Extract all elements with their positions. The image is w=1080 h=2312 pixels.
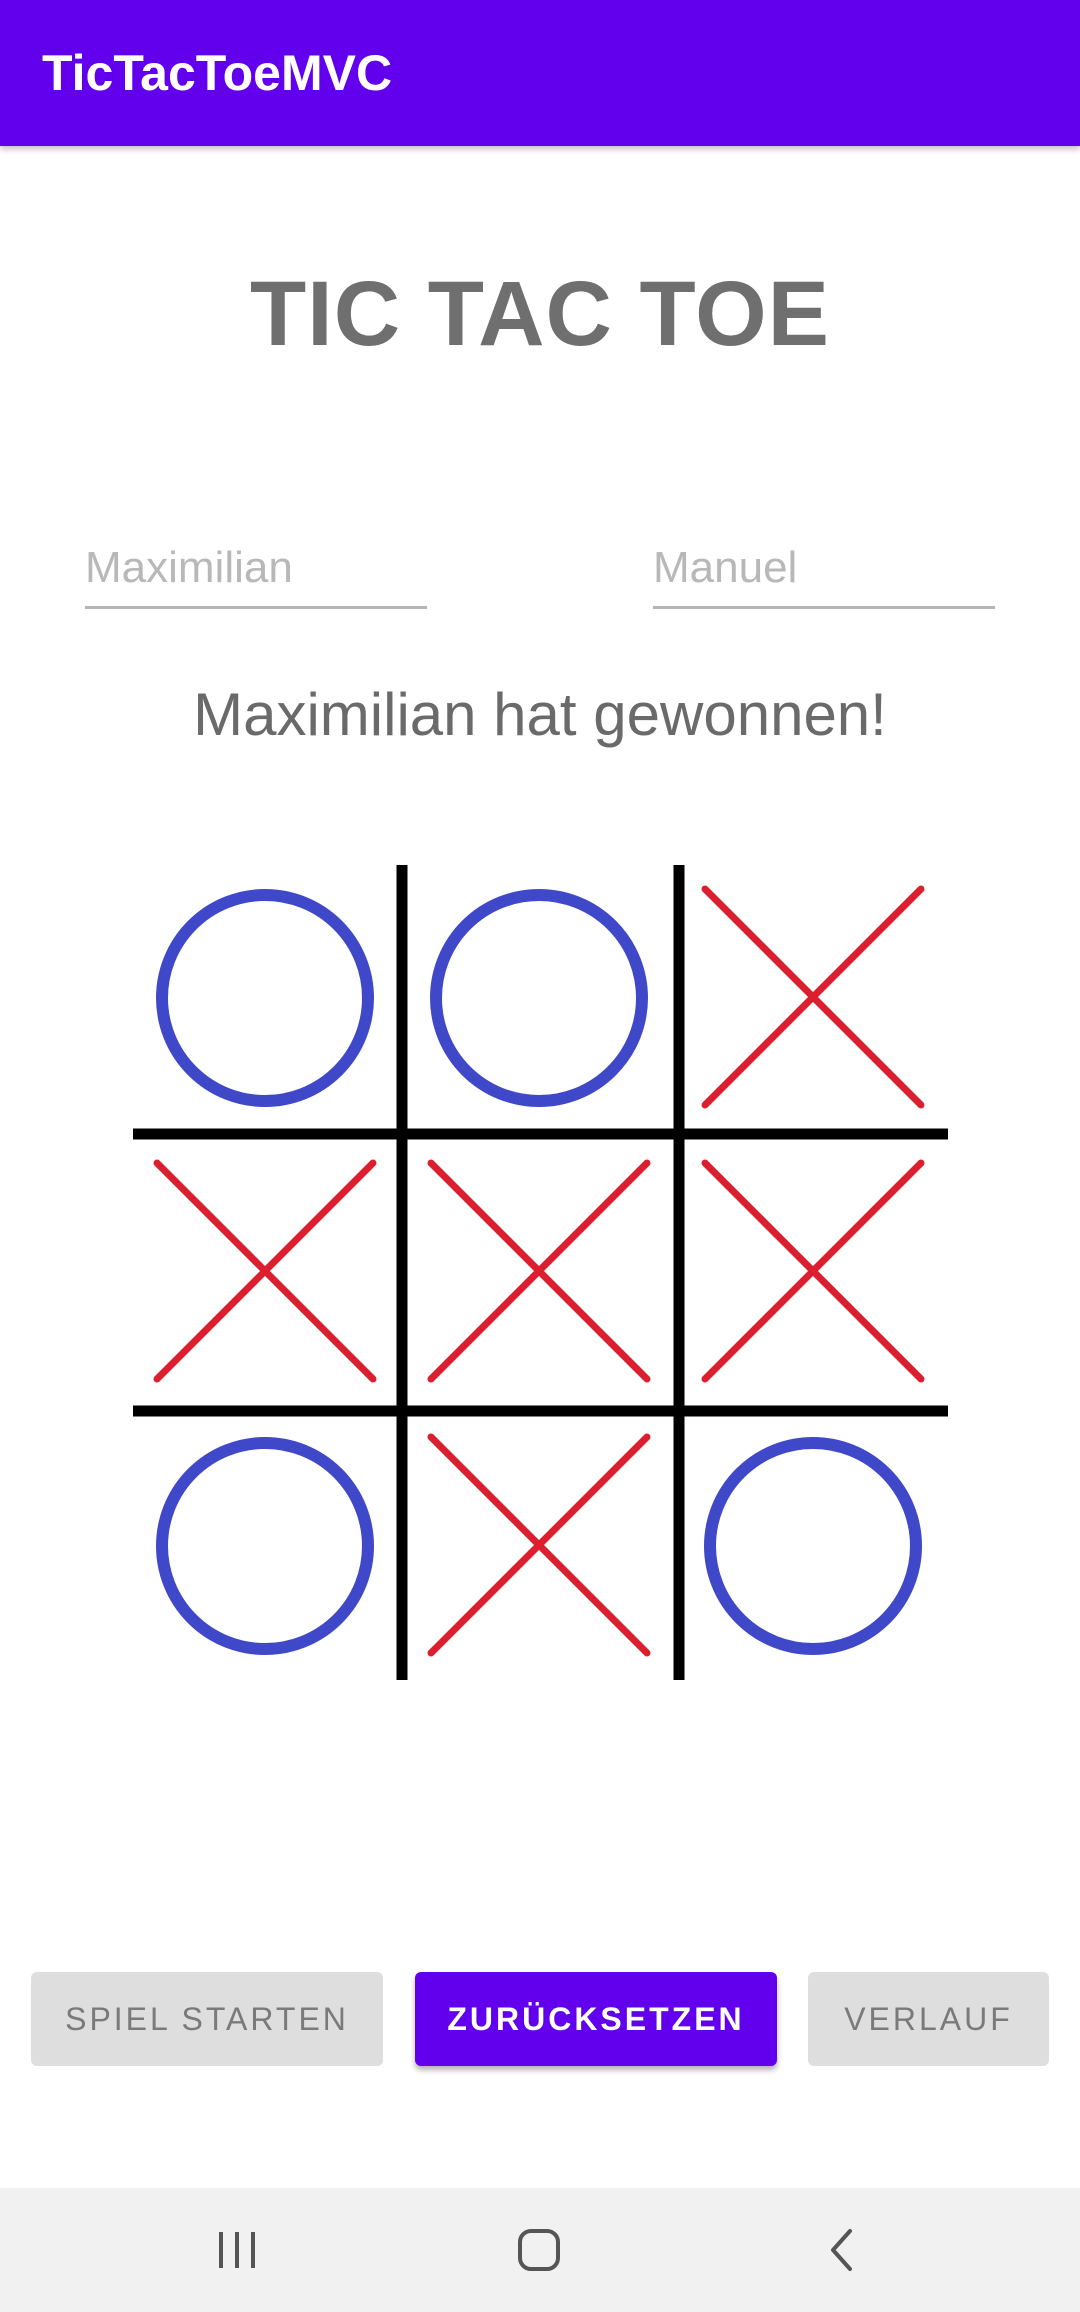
recents-icon — [219, 2232, 255, 2268]
board-cell-1-1[interactable] — [407, 1139, 678, 1410]
app-title: TicTacToeMVC — [42, 45, 393, 101]
game-status: Maximilian hat gewonnen! — [193, 681, 887, 748]
board-cell-1-2[interactable] — [681, 1139, 952, 1410]
x-mark — [427, 1159, 651, 1383]
player2-name-input[interactable] — [653, 530, 995, 609]
back-button[interactable] — [792, 2210, 892, 2290]
x-mark — [701, 1159, 925, 1383]
x-mark — [701, 885, 925, 1109]
app-bar: TicTacToeMVC — [0, 0, 1080, 146]
o-mark — [430, 889, 648, 1107]
board-cell-1-0[interactable] — [133, 1139, 404, 1410]
o-mark — [156, 889, 374, 1107]
reset-button[interactable]: ZURÜCKSETZEN — [415, 1972, 777, 2066]
screen: TicTacToeMVC TIC TAC TOE Maximilian hat … — [0, 0, 1080, 2312]
board-cell-0-0[interactable] — [133, 865, 404, 1136]
board-cell-0-2[interactable] — [681, 865, 952, 1136]
x-mark — [153, 1159, 377, 1383]
home-icon — [518, 2229, 560, 2271]
board-cell-2-1[interactable] — [407, 1413, 678, 1684]
recents-button[interactable] — [187, 2210, 287, 2290]
system-navigation-bar — [0, 2188, 1080, 2312]
back-icon — [831, 2229, 852, 2271]
home-button[interactable] — [489, 2210, 589, 2290]
game-board — [133, 865, 948, 1680]
o-mark — [704, 1437, 922, 1655]
o-mark — [156, 1437, 374, 1655]
player1-name-input[interactable] — [85, 530, 427, 609]
board-cell-2-0[interactable] — [133, 1413, 404, 1684]
board-cell-0-1[interactable] — [407, 865, 678, 1136]
start-game-button[interactable]: SPIEL STARTEN — [31, 1972, 383, 2066]
board-cell-2-2[interactable] — [681, 1413, 952, 1684]
game-title: TIC TAC TOE — [249, 263, 831, 365]
history-button[interactable]: VERLAUF — [808, 1972, 1049, 2066]
x-mark — [427, 1433, 651, 1657]
